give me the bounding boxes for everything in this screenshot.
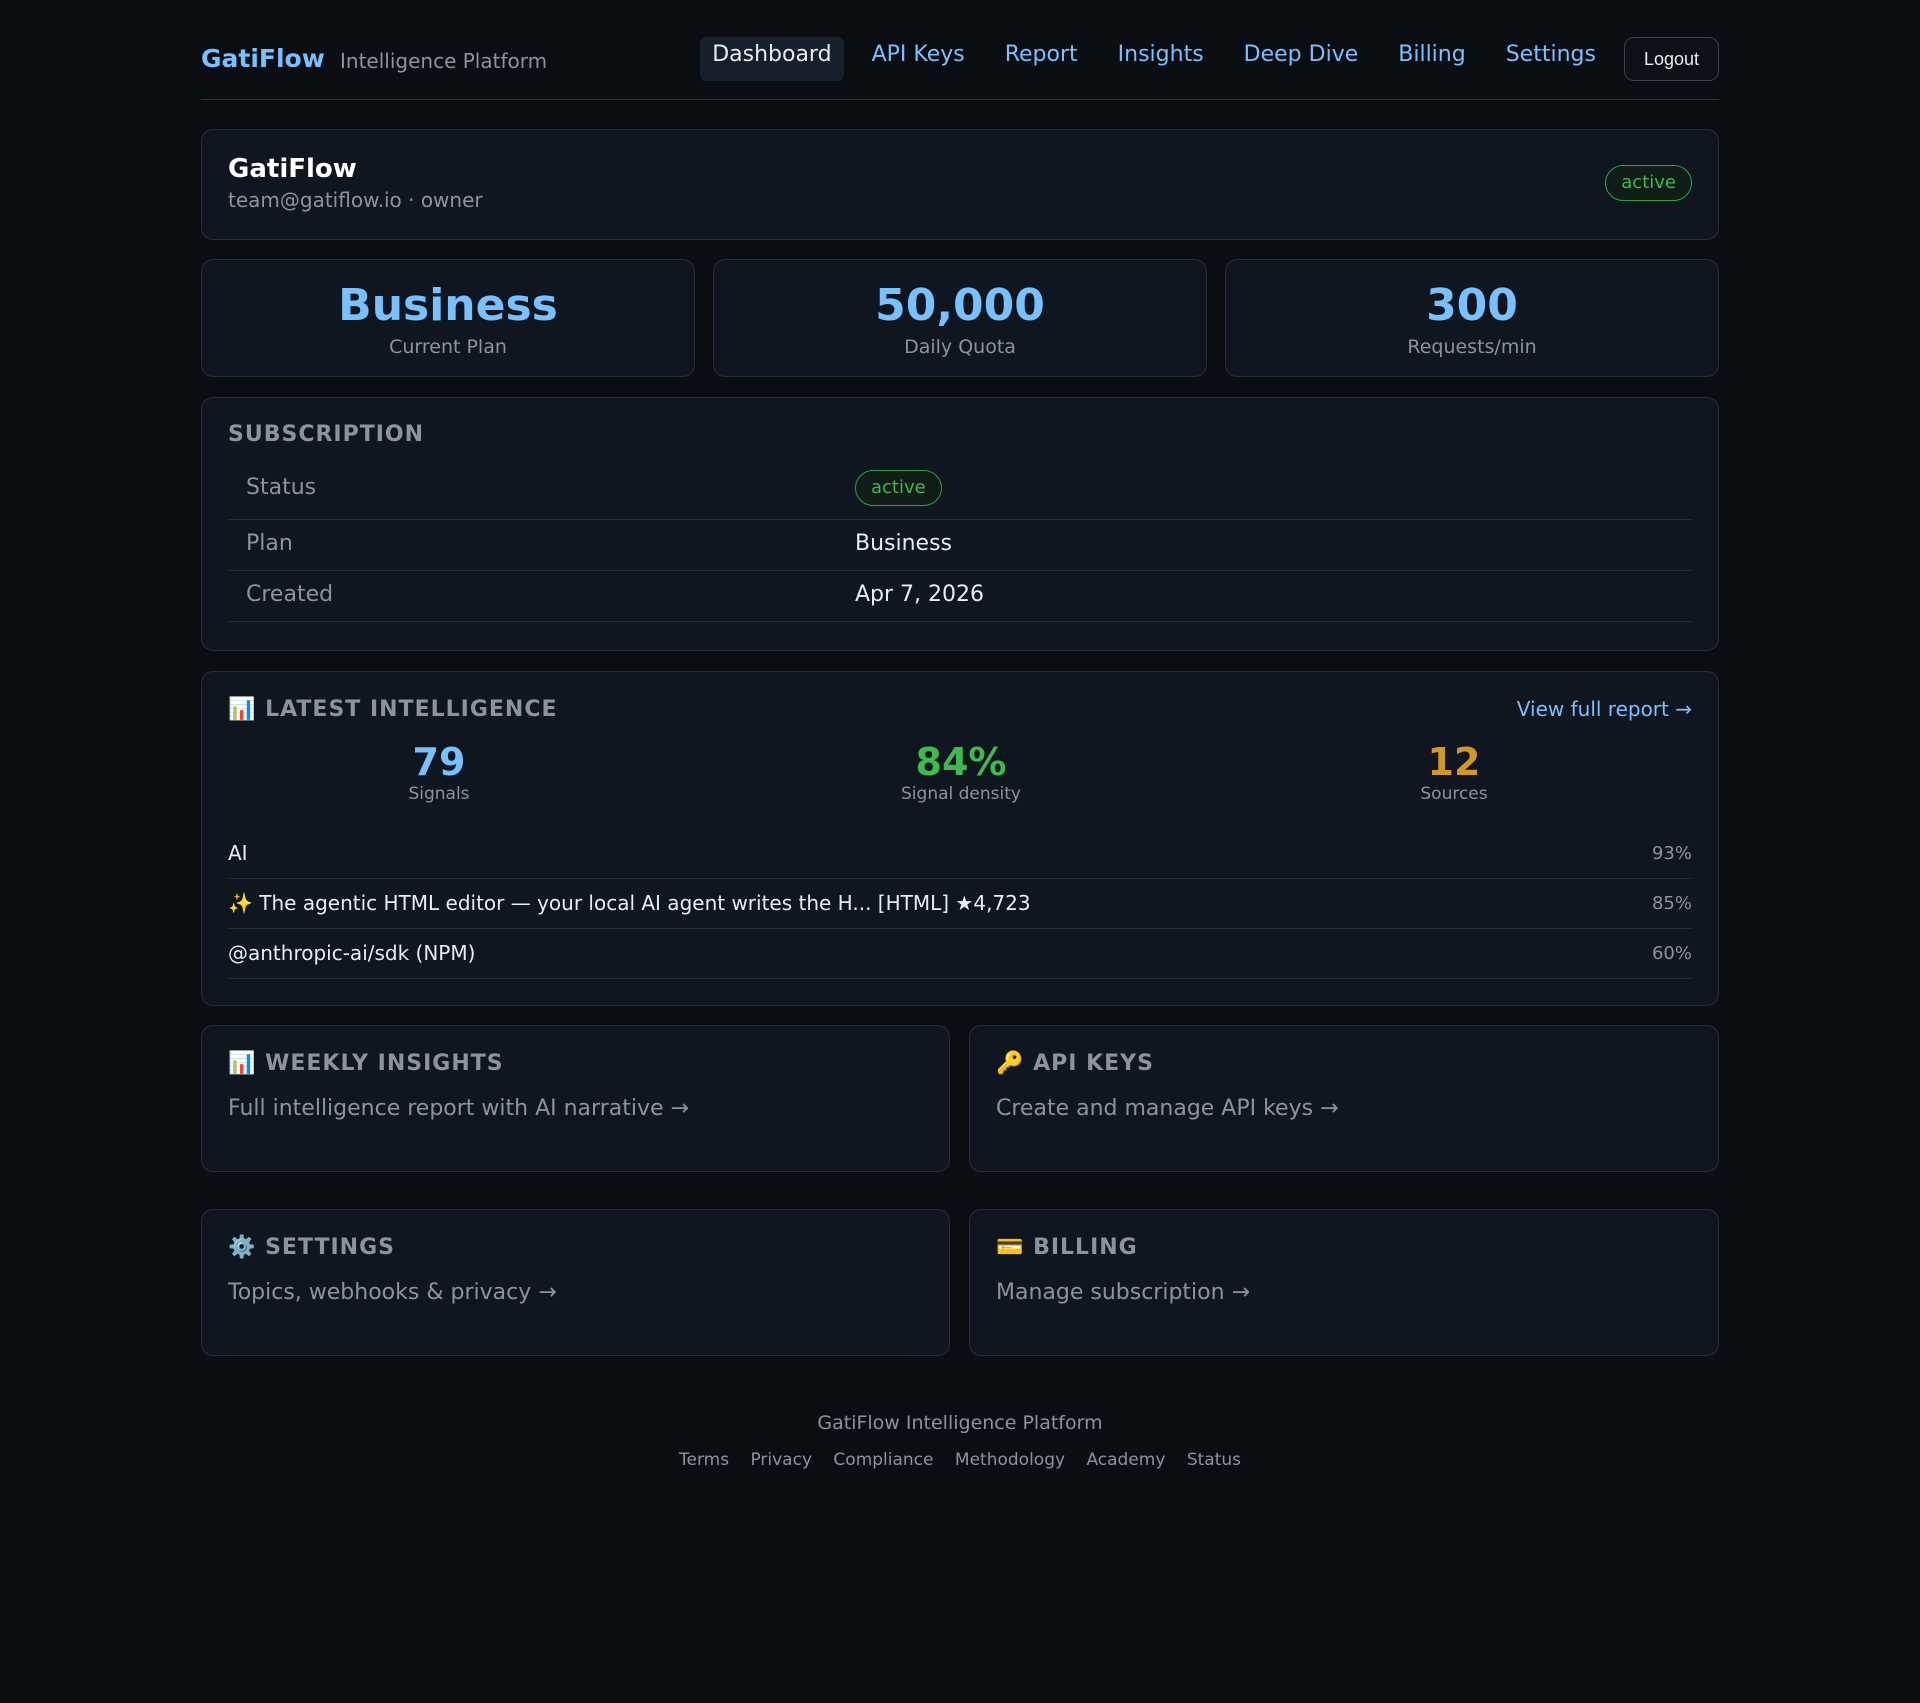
intel-item-score: 60% bbox=[1651, 943, 1692, 964]
top-header: GatiFlow Intelligence Platform Dashboard… bbox=[201, 0, 1719, 100]
intelligence-title-text: LATEST INTELLIGENCE bbox=[265, 697, 558, 722]
intel-item-text: ✨ The agentic HTML editor — your local A… bbox=[228, 891, 1031, 915]
card-title-text: BILLING bbox=[1033, 1235, 1138, 1260]
api-keys-title: 🔑 API KEYS bbox=[996, 1051, 1154, 1076]
row-key: Status bbox=[246, 475, 317, 500]
intel-item-score: 93% bbox=[1651, 843, 1692, 864]
metric-label: Signal density bbox=[901, 784, 1021, 804]
gear-icon: ⚙️ bbox=[228, 1235, 257, 1260]
nav-settings[interactable]: Settings bbox=[1494, 37, 1608, 81]
stat-label: Requests/min bbox=[1407, 336, 1537, 358]
card-title-text: SETTINGS bbox=[265, 1235, 395, 1260]
subscription-row-plan: Plan Business bbox=[228, 520, 1692, 571]
footer-link-compliance[interactable]: Compliance bbox=[833, 1450, 933, 1470]
chart-icon: 📊 bbox=[228, 1051, 257, 1076]
stat-value: Business bbox=[338, 280, 558, 331]
subscription-title: SUBSCRIPTION bbox=[228, 422, 425, 447]
stat-value: 300 bbox=[1426, 280, 1518, 331]
row-key: Plan bbox=[246, 531, 293, 556]
intelligence-card: 📊 LATEST INTELLIGENCE View full report →… bbox=[201, 671, 1719, 1006]
nav-api-keys[interactable]: API Keys bbox=[860, 37, 977, 81]
stat-card-rate: 300 Requests/min bbox=[1225, 259, 1719, 377]
metric-signal-density: 84% Signal density bbox=[811, 740, 1111, 804]
nav-dashboard[interactable]: Dashboard bbox=[700, 37, 844, 81]
weekly-insights-card[interactable]: 📊 WEEKLY INSIGHTS Full intelligence repo… bbox=[201, 1025, 950, 1172]
footer-link-terms[interactable]: Terms bbox=[679, 1450, 729, 1470]
account-status-badge: active bbox=[1605, 165, 1692, 201]
intel-item-text: AI bbox=[228, 841, 248, 865]
metric-value: 12 bbox=[1427, 740, 1481, 784]
stat-label: Daily Quota bbox=[904, 336, 1016, 358]
intel-item[interactable]: ✨ The agentic HTML editor — your local A… bbox=[228, 879, 1692, 929]
footer-link-methodology[interactable]: Methodology bbox=[955, 1450, 1065, 1470]
metric-value: 84% bbox=[915, 740, 1007, 784]
main-nav: Dashboard API Keys Report Insights Deep … bbox=[684, 37, 1719, 81]
nav-deep-dive[interactable]: Deep Dive bbox=[1232, 37, 1371, 81]
brand-subtitle: Intelligence Platform bbox=[340, 49, 548, 73]
intel-item-score: 85% bbox=[1651, 893, 1692, 914]
intelligence-title: 📊 LATEST INTELLIGENCE bbox=[228, 697, 558, 722]
intel-item[interactable]: AI 93% bbox=[228, 829, 1692, 879]
footer-link-status[interactable]: Status bbox=[1187, 1450, 1241, 1470]
footer-links: Terms Privacy Compliance Methodology Aca… bbox=[201, 1450, 1719, 1470]
subscription-card: SUBSCRIPTION Status active Plan Business… bbox=[201, 397, 1719, 651]
settings-title: ⚙️ SETTINGS bbox=[228, 1235, 395, 1260]
card-title-text: WEEKLY INSIGHTS bbox=[265, 1051, 504, 1076]
view-full-report-link[interactable]: View full report → bbox=[1517, 697, 1692, 721]
metric-label: Signals bbox=[408, 784, 470, 804]
nav-report[interactable]: Report bbox=[993, 37, 1090, 81]
footer-title: GatiFlow Intelligence Platform bbox=[817, 1412, 1103, 1434]
billing-card[interactable]: 💳 BILLING Manage subscription → bbox=[969, 1209, 1719, 1356]
stat-card-quota: 50,000 Daily Quota bbox=[713, 259, 1207, 377]
account-name: GatiFlow bbox=[228, 154, 357, 184]
row-value: Apr 7, 2026 bbox=[855, 582, 985, 607]
key-icon: 🔑 bbox=[996, 1051, 1025, 1076]
weekly-insights-title: 📊 WEEKLY INSIGHTS bbox=[228, 1051, 504, 1076]
account-card: GatiFlow team@gatiflow.io · owner active bbox=[201, 129, 1719, 240]
api-keys-link[interactable]: Create and manage API keys → bbox=[996, 1096, 1339, 1121]
row-key: Created bbox=[246, 582, 334, 607]
billing-link[interactable]: Manage subscription → bbox=[996, 1280, 1250, 1305]
nav-insights[interactable]: Insights bbox=[1106, 37, 1216, 81]
brand-logo[interactable]: GatiFlow bbox=[201, 44, 325, 73]
credit-card-icon: 💳 bbox=[996, 1235, 1025, 1260]
api-keys-card[interactable]: 🔑 API KEYS Create and manage API keys → bbox=[969, 1025, 1719, 1172]
stat-value: 50,000 bbox=[875, 280, 1045, 331]
subscription-row-status: Status active bbox=[228, 458, 1692, 520]
nav-billing[interactable]: Billing bbox=[1386, 37, 1477, 81]
stat-card-plan: Business Current Plan bbox=[201, 259, 695, 377]
billing-title: 💳 BILLING bbox=[996, 1235, 1138, 1260]
footer-link-privacy[interactable]: Privacy bbox=[750, 1450, 812, 1470]
logout-button[interactable]: Logout bbox=[1623, 37, 1719, 81]
row-value: Business bbox=[855, 531, 953, 556]
weekly-insights-link[interactable]: Full intelligence report with AI narrati… bbox=[228, 1096, 689, 1121]
card-title-text: API KEYS bbox=[1033, 1051, 1154, 1076]
chart-icon: 📊 bbox=[228, 697, 257, 722]
metric-signals: 79 Signals bbox=[289, 740, 589, 804]
subscription-row-created: Created Apr 7, 2026 bbox=[228, 571, 1692, 622]
metric-sources: 12 Sources bbox=[1304, 740, 1604, 804]
settings-link[interactable]: Topics, webhooks & privacy → bbox=[228, 1280, 557, 1305]
account-email-role: team@gatiflow.io · owner bbox=[228, 188, 483, 212]
intel-item[interactable]: @anthropic-ai/sdk (NPM) 60% bbox=[228, 929, 1692, 979]
stat-label: Current Plan bbox=[389, 336, 507, 358]
settings-card[interactable]: ⚙️ SETTINGS Topics, webhooks & privacy → bbox=[201, 1209, 950, 1356]
metric-label: Sources bbox=[1420, 784, 1488, 804]
page: GatiFlow Intelligence Platform Dashboard… bbox=[201, 0, 1719, 1470]
footer-link-academy[interactable]: Academy bbox=[1086, 1450, 1165, 1470]
subscription-status-badge: active bbox=[855, 470, 942, 506]
intel-item-text: @anthropic-ai/sdk (NPM) bbox=[228, 941, 476, 965]
metric-value: 79 bbox=[412, 740, 466, 784]
